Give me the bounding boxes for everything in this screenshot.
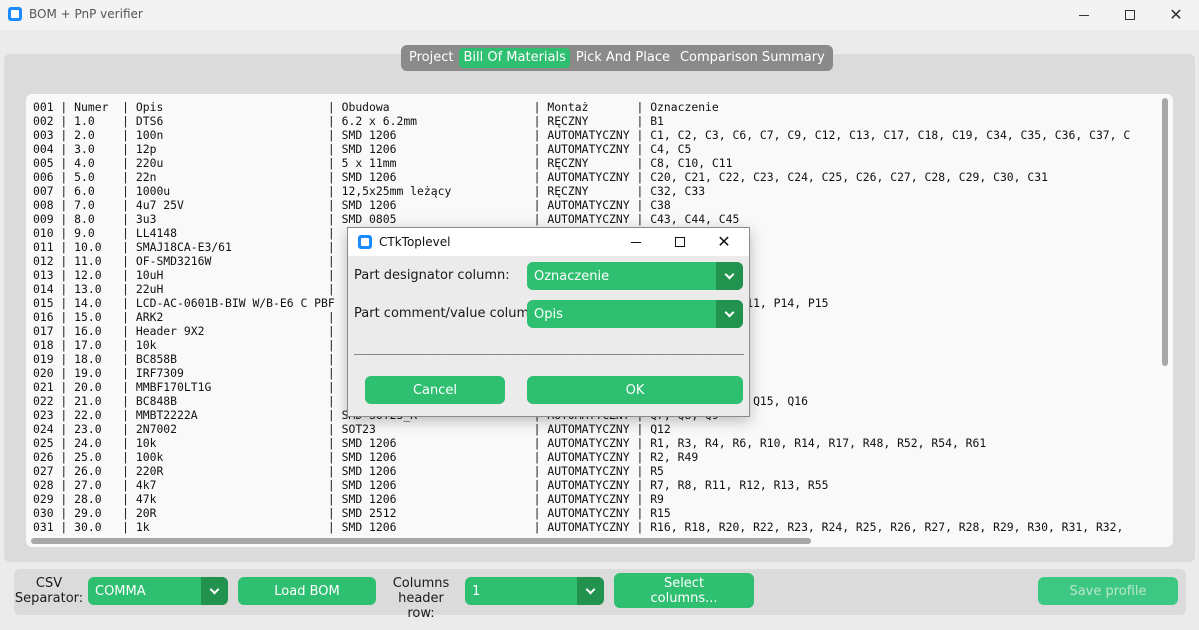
- dialog-title-bar: CTkToplevel ✕: [348, 228, 749, 256]
- close-icon: ✕: [1169, 5, 1183, 24]
- tab-project[interactable]: Project: [405, 48, 457, 68]
- minimize-icon: [1079, 14, 1089, 16]
- close-icon: ✕: [717, 232, 731, 251]
- horizontal-scrollbar[interactable]: [31, 538, 811, 544]
- save-profile-button[interactable]: Save profile: [1038, 577, 1178, 605]
- title-bar: BOM + PnP verifier ✕: [0, 0, 1199, 30]
- dialog-app-icon: [358, 235, 372, 249]
- csv-separator-label-line1: CSV: [35, 576, 63, 591]
- tab-selector: Project Bill Of Materials Pick And Place…: [401, 45, 833, 71]
- bom-line: 002 | 1.0 | DTS6 | 6.2 x 6.2mm | RĘCZNY …: [33, 114, 664, 128]
- bom-line: 031 | 30.0 | 1k | SMD 1206 | AUTOMATYCZN…: [33, 520, 1124, 534]
- bom-line: 004 | 3.0 | 12p | SMD 1206 | AUTOMATYCZN…: [33, 142, 692, 156]
- tab-comparison-summary[interactable]: Comparison Summary: [676, 48, 829, 68]
- comment-column-value: Opis: [534, 307, 563, 322]
- bom-line: 008 | 7.0 | 4u7 25V | SMD 1206 | AUTOMAT…: [33, 198, 671, 212]
- select-columns-label-line2: columns...: [650, 590, 718, 606]
- bom-line: 001 | Numer | Opis | Obudowa | Montaż | …: [33, 100, 719, 114]
- column-selection-dialog: CTkToplevel ✕ Part designator column: Oz…: [347, 227, 750, 417]
- load-bom-button[interactable]: Load BOM: [238, 577, 376, 605]
- minimize-icon: [631, 241, 641, 243]
- close-button[interactable]: ✕: [1153, 0, 1199, 30]
- dialog-title: CTkToplevel: [379, 235, 451, 249]
- header-row-label-line2: header row:: [398, 591, 444, 621]
- designator-column-label: Part designator column:: [354, 268, 510, 283]
- chevron-down-icon[interactable]: [577, 577, 604, 605]
- csv-separator-dropdown[interactable]: COMMA: [88, 577, 228, 605]
- bom-line: 024 | 23.0 | 2N7002 | SOT23 | AUTOMATYCZ…: [33, 422, 671, 436]
- maximize-icon: [675, 237, 685, 247]
- bom-line: 009 | 8.0 | 3u3 | SMD 0805 | AUTOMATYCZN…: [33, 212, 740, 226]
- select-columns-label-line1: Select: [663, 575, 705, 591]
- ok-button[interactable]: OK: [527, 376, 743, 404]
- bom-line: 025 | 24.0 | 10k | SMD 1206 | AUTOMATYCZ…: [33, 436, 987, 450]
- csv-separator-label-line2: Separator:: [14, 591, 84, 606]
- header-row-value: 1: [472, 584, 481, 599]
- app-icon: [8, 7, 22, 21]
- designator-column-value: Oznaczenie: [534, 269, 610, 284]
- bom-line: 007 | 6.0 | 1000u | 12,5x25mm leżący | R…: [33, 184, 706, 198]
- chevron-down-icon[interactable]: [716, 262, 743, 290]
- tab-bill-of-materials[interactable]: Bill Of Materials: [459, 48, 570, 68]
- chevron-down-icon[interactable]: [716, 300, 743, 328]
- cancel-button[interactable]: Cancel: [365, 376, 505, 404]
- bom-line: 028 | 27.0 | 4k7 | SMD 1206 | AUTOMATYCZ…: [33, 478, 829, 492]
- dialog-separator: ________________________________________…: [354, 341, 744, 355]
- header-row-label: Columns header row:: [384, 576, 458, 621]
- bom-line: 003 | 2.0 | 100n | SMD 1206 | AUTOMATYCZ…: [33, 128, 1131, 142]
- window-title: BOM + PnP verifier: [29, 7, 143, 21]
- dialog-close-button[interactable]: ✕: [702, 228, 746, 256]
- chevron-down-icon[interactable]: [201, 577, 228, 605]
- select-columns-button[interactable]: Select columns...: [614, 573, 754, 608]
- minimize-button[interactable]: [1061, 0, 1107, 30]
- bom-line: 029 | 28.0 | 47k | SMD 1206 | AUTOMATYCZ…: [33, 492, 664, 506]
- bom-line: 006 | 5.0 | 22n | SMD 1206 | AUTOMATYCZN…: [33, 170, 1048, 184]
- bom-line: 026 | 25.0 | 100k | SMD 1206 | AUTOMATYC…: [33, 450, 699, 464]
- tab-pick-and-place[interactable]: Pick And Place: [572, 48, 674, 68]
- dialog-minimize-button[interactable]: [614, 228, 658, 256]
- maximize-icon: [1125, 10, 1135, 20]
- vertical-scrollbar[interactable]: [1162, 98, 1168, 366]
- bom-line: 027 | 26.0 | 220R | SMD 1206 | AUTOMATYC…: [33, 464, 664, 478]
- header-row-label-line1: Columns: [392, 576, 450, 591]
- dialog-maximize-button[interactable]: [658, 228, 702, 256]
- maximize-button[interactable]: [1107, 0, 1153, 30]
- bom-line: 030 | 29.0 | 20R | SMD 2512 | AUTOMATYCZ…: [33, 506, 671, 520]
- bom-line: 005 | 4.0 | 220u | 5 x 11mm | RĘCZNY | C…: [33, 156, 733, 170]
- designator-column-dropdown[interactable]: Oznaczenie: [527, 262, 743, 290]
- comment-column-dropdown[interactable]: Opis: [527, 300, 743, 328]
- header-row-dropdown[interactable]: 1: [465, 577, 604, 605]
- comment-column-label: Part comment/value column:: [354, 306, 542, 321]
- csv-separator-label: CSV Separator:: [14, 576, 84, 606]
- csv-separator-value: COMMA: [95, 584, 146, 599]
